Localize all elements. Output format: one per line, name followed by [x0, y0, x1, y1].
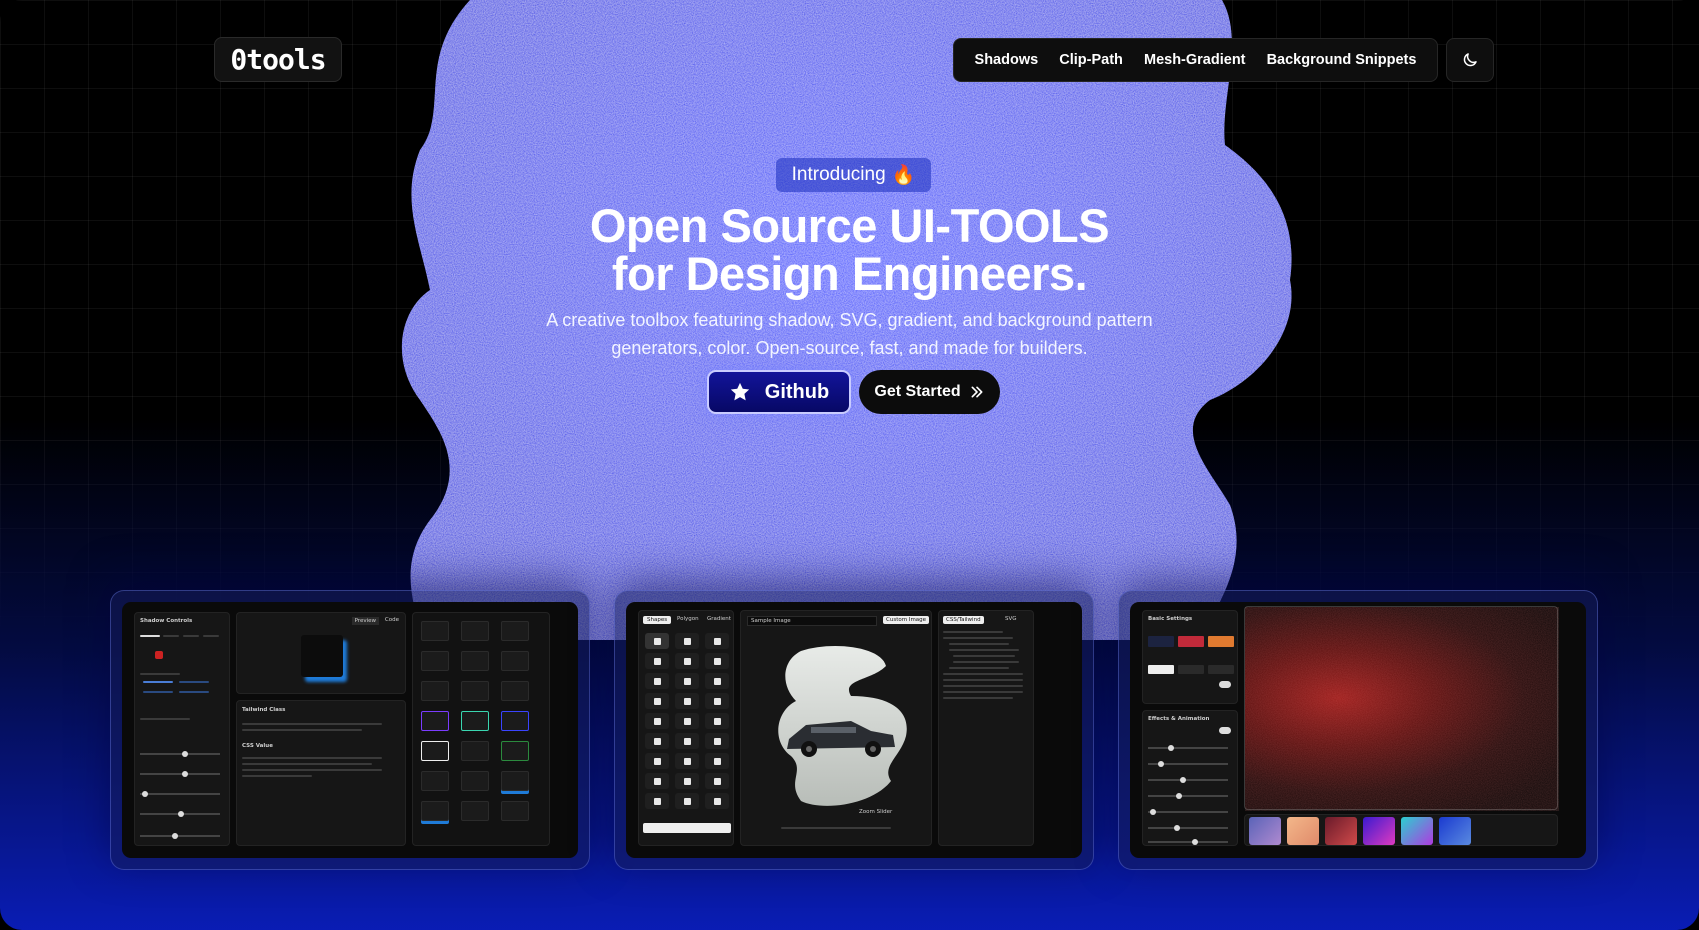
- clip-preview-panel: Sample Image Custom Image Zoom Slider: [740, 610, 932, 846]
- nav-clip-path[interactable]: Clip-Path: [1059, 52, 1123, 68]
- basic-settings-panel: Basic Settings: [1142, 610, 1238, 704]
- basic-settings-title: Basic Settings: [1148, 616, 1193, 622]
- shadow-tab-preview: Preview: [351, 617, 379, 625]
- clip-path-tool-screenshot: Shapes Polygon Gradient Sample Image Cus…: [626, 602, 1082, 858]
- hero-subtitle-line1: A creative toolbox featuring shadow, SVG…: [546, 310, 1153, 330]
- landing-page: 0tools Shadows Clip-Path Mesh-Gradient B…: [0, 0, 1699, 930]
- mesh-gradient-preview: [1244, 606, 1559, 811]
- fire-icon: 🔥: [891, 165, 916, 186]
- zoom-slider-label: Zoom Slider: [859, 809, 893, 815]
- css-value-title: CSS Value: [242, 743, 273, 749]
- clip-tab-shapes: Shapes: [643, 616, 672, 624]
- mesh-gradient-tool-screenshot: Basic Settings Effects & Animation: [1130, 602, 1586, 858]
- logo[interactable]: 0tools: [214, 37, 342, 82]
- shadow-tool-screenshot: Shadow Controls Preview Code Tailwind Cl…: [122, 602, 578, 858]
- chevrons-right-icon: [971, 386, 983, 398]
- preset-swatch[interactable]: [1325, 817, 1357, 845]
- clip-url-field[interactable]: Sample Image: [747, 616, 877, 626]
- star-icon: [730, 382, 749, 401]
- get-started-button[interactable]: Get Started: [859, 370, 1000, 414]
- effects-animation-panel: Effects & Animation: [1142, 710, 1238, 846]
- code-tab-css: CSS/Tailwind: [943, 616, 984, 624]
- preset-swatch[interactable]: [1287, 817, 1319, 845]
- clipped-car-image: [778, 646, 907, 806]
- get-started-label: Get Started: [874, 383, 961, 400]
- main-nav: Shadows Clip-Path Mesh-Gradient Backgrou…: [953, 38, 1438, 82]
- tailwind-class-title: Tailwind Class: [242, 707, 286, 713]
- gradient-presets-row: [1244, 814, 1558, 846]
- preset-swatch[interactable]: [1401, 817, 1433, 845]
- hero-title-line1: Open Source UI-TOOLS: [589, 199, 1110, 252]
- preview-card-clip-path[interactable]: Shapes Polygon Gradient Sample Image Cus…: [614, 590, 1094, 870]
- hero-title-line2: for Design Engineers.: [611, 247, 1088, 300]
- clip-code-panel: CSS/Tailwind SVG: [938, 610, 1034, 846]
- shadow-controls-panel: Shadow Controls: [134, 612, 230, 846]
- hero-subtitle-line2: generators, color. Open-source, fast, an…: [611, 338, 1088, 358]
- theme-toggle-button[interactable]: [1446, 38, 1494, 82]
- nav-background-snippets[interactable]: Background Snippets: [1267, 52, 1417, 68]
- effects-animation-title: Effects & Animation: [1148, 716, 1210, 722]
- github-label: Github: [764, 380, 830, 403]
- preview-card-mesh-gradient[interactable]: Basic Settings Effects & Animation: [1118, 590, 1598, 870]
- shadow-controls-title: Shadow Controls: [140, 618, 193, 624]
- nav-shadows[interactable]: Shadows: [975, 52, 1039, 68]
- shadow-presets-grid: [412, 612, 550, 846]
- shadow-code-panel: Tailwind Class CSS Value: [236, 700, 406, 846]
- clip-custom-image-button[interactable]: Custom Image: [883, 616, 930, 624]
- shadow-tab-code: Code: [384, 617, 399, 623]
- introducing-badge: Introducing 🔥: [776, 158, 931, 192]
- github-button[interactable]: Github: [707, 370, 851, 414]
- clip-tab-gradient: Gradient: [707, 616, 731, 622]
- code-tab-svg: SVG: [1005, 616, 1017, 622]
- badge-text: Introducing: [791, 164, 886, 185]
- clip-tab-polygon: Polygon: [677, 616, 699, 622]
- preset-swatch[interactable]: [1439, 817, 1471, 845]
- preset-swatch[interactable]: [1249, 817, 1281, 845]
- preview-card-shadows[interactable]: Shadow Controls Preview Code Tailwind Cl…: [110, 590, 590, 870]
- clip-shapes-panel: Shapes Polygon Gradient: [638, 610, 734, 846]
- logo-text: 0tools: [230, 43, 326, 76]
- preset-swatch[interactable]: [1363, 817, 1395, 845]
- moon-icon: [1463, 53, 1477, 67]
- grain-overlay: [1245, 607, 1559, 811]
- shadow-preview-panel: Preview Code: [236, 612, 406, 694]
- nav-mesh-gradient[interactable]: Mesh-Gradient: [1144, 52, 1246, 68]
